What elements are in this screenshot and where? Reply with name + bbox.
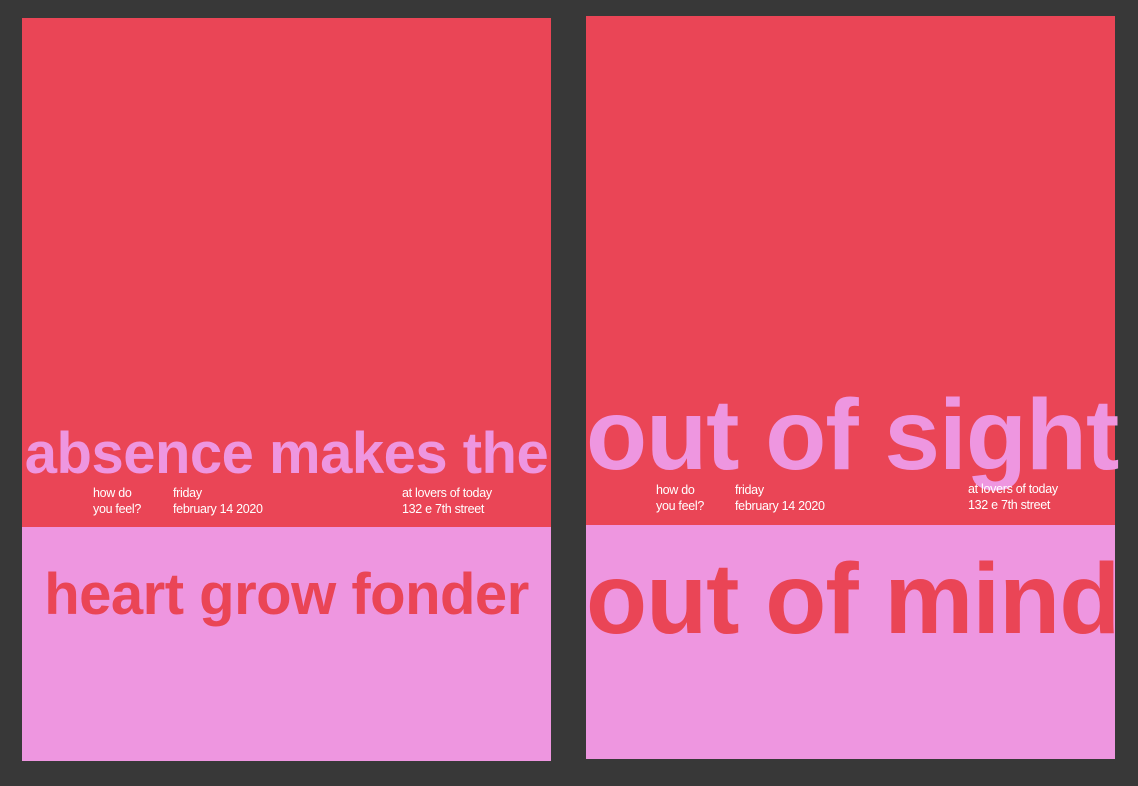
event-full-date: february 14 2020 <box>735 499 825 513</box>
venue-name: at lovers of today <box>968 482 1058 496</box>
event-full-date: february 14 2020 <box>173 502 263 516</box>
event-date: friday february 14 2020 <box>735 482 825 514</box>
headline-top: absence makes the <box>24 421 549 486</box>
headline-bottom: heart grow fonder <box>44 562 529 627</box>
question-line-1: how do <box>656 483 695 497</box>
poster-out-of-sight: out of sight how do you feel? friday feb… <box>586 16 1120 759</box>
question-text: how do you feel? <box>656 482 704 514</box>
question-line-2: you feel? <box>93 502 142 516</box>
event-location: at lovers of today 132 e 7th street <box>402 485 492 517</box>
event-location: at lovers of today 132 e 7th street <box>968 481 1058 513</box>
event-day: friday <box>735 483 764 497</box>
question-line-2: you feel? <box>656 499 705 513</box>
question-line-1: how do <box>93 486 132 500</box>
headline-top: out of sight <box>586 379 1119 491</box>
venue-name: at lovers of today <box>402 486 492 500</box>
event-day: friday <box>173 486 202 500</box>
question-text: how do you feel? <box>93 485 141 517</box>
venue-address: 132 e 7th street <box>402 502 485 516</box>
headline-bottom: out of mind <box>586 543 1120 655</box>
poster-absence: absence makes the how do you feel? frida… <box>22 18 551 761</box>
venue-address: 132 e 7th street <box>968 498 1051 512</box>
event-date: friday february 14 2020 <box>173 485 263 517</box>
